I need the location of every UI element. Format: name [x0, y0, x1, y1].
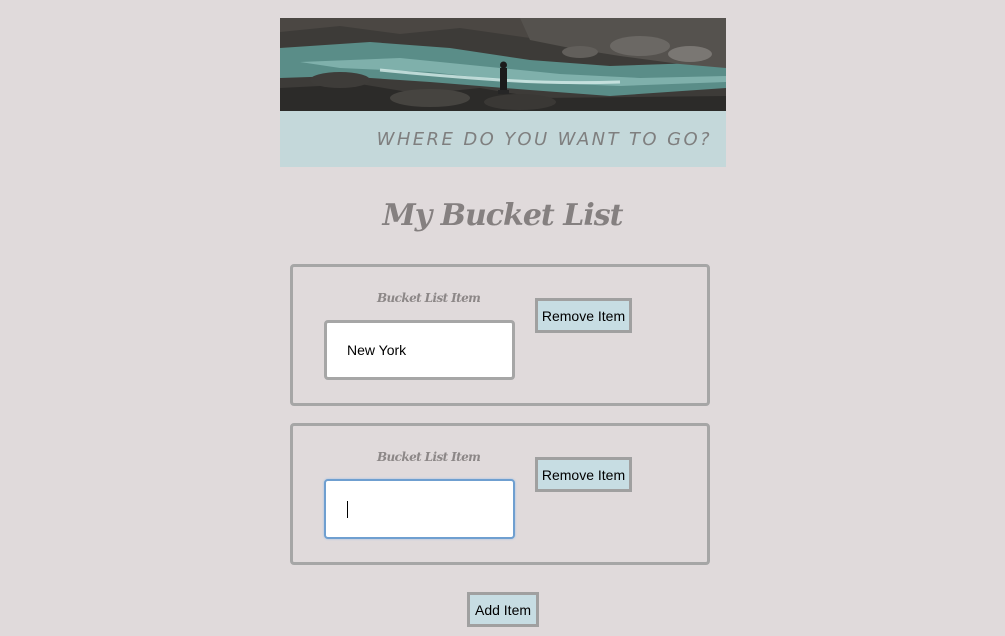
river-landscape-image	[280, 18, 726, 111]
bucket-list-item-input[interactable]	[324, 479, 515, 539]
bucket-list-item-input[interactable]	[324, 320, 515, 380]
remove-item-button[interactable]: Remove Item	[535, 298, 632, 333]
bucket-list-item-card: Bucket List Item Remove Item	[290, 423, 710, 565]
page-title: My Bucket List	[382, 198, 624, 233]
bucket-list-item-label: Bucket List Item	[377, 450, 481, 464]
bucket-list-page: WHERE DO YOU WANT TO GO? My Bucket List …	[0, 0, 1005, 636]
bucket-list-item-card: Bucket List Item Remove Item	[290, 264, 710, 406]
remove-item-button[interactable]: Remove Item	[535, 457, 632, 492]
text-cursor	[347, 501, 348, 518]
header-banner: WHERE DO YOU WANT TO GO?	[280, 111, 726, 167]
bucket-list-item-label: Bucket List Item	[377, 291, 481, 305]
banner-tagline: WHERE DO YOU WANT TO GO?	[376, 129, 712, 150]
add-item-button[interactable]: Add Item	[467, 592, 539, 627]
